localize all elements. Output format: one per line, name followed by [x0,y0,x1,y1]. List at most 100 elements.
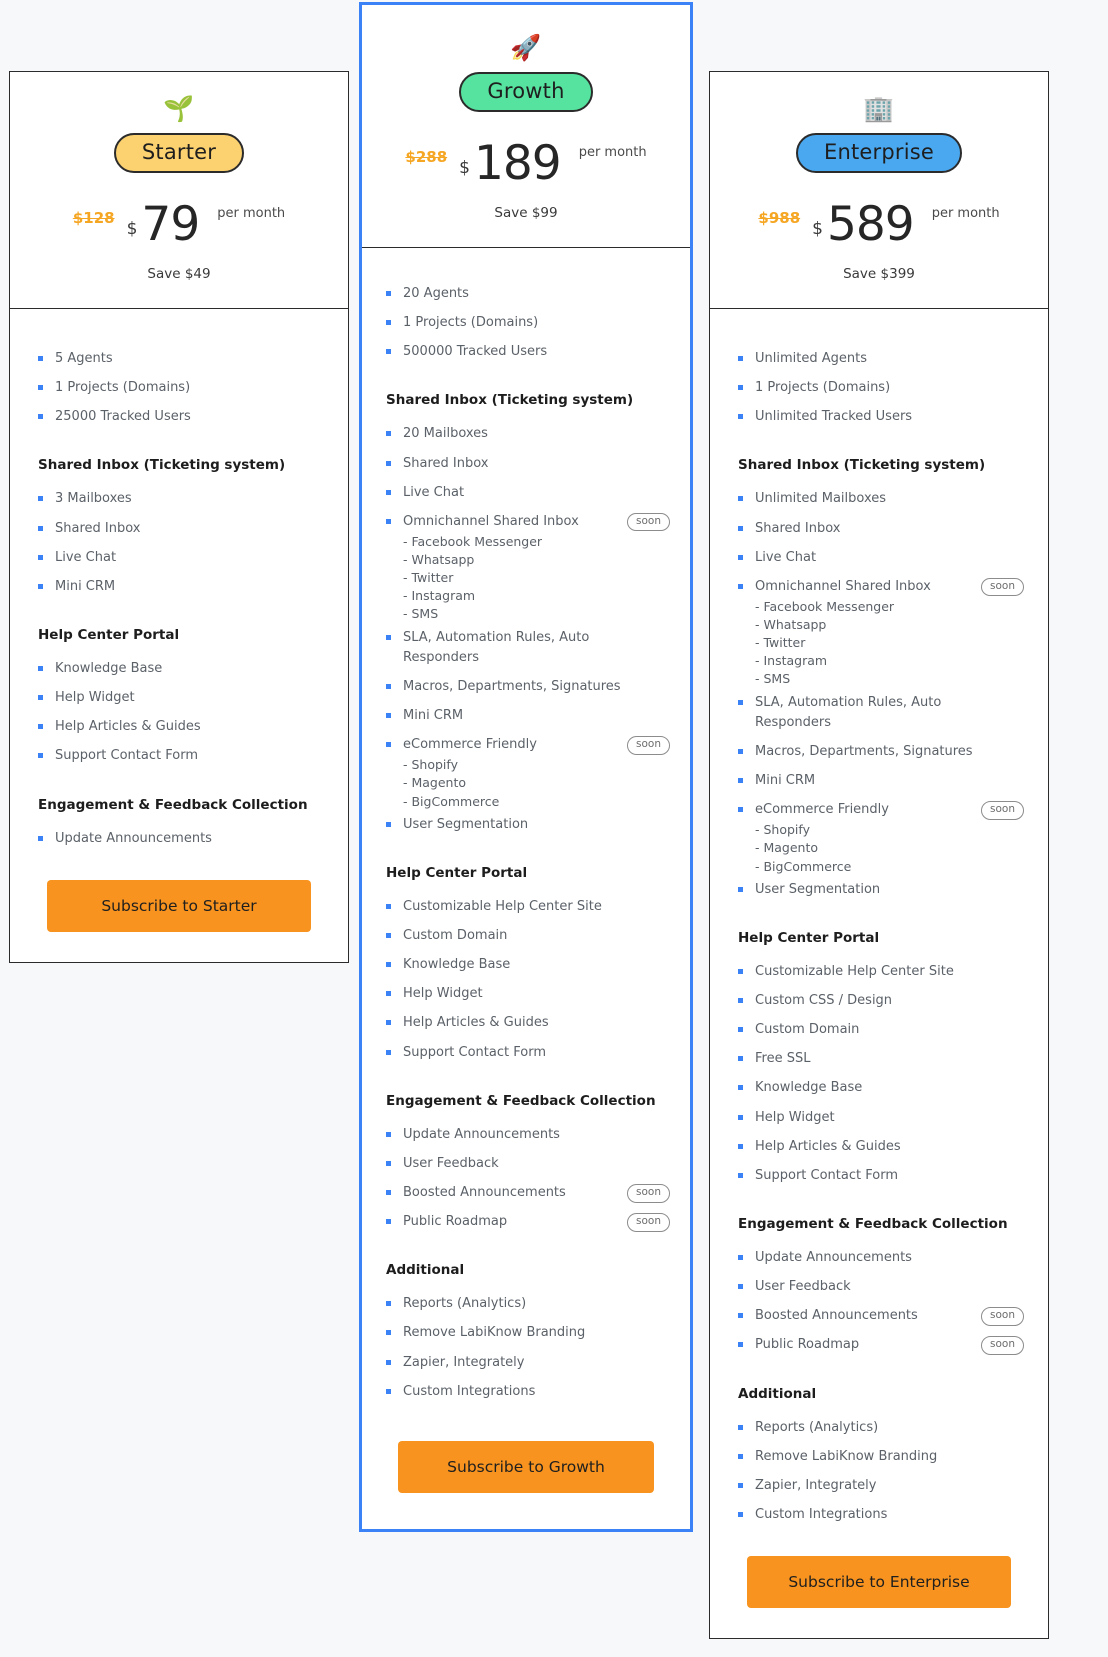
feature-item: Help Widget [38,688,320,708]
feature-item: Free SSL [738,1049,1020,1069]
feature-item: Update Announcements [738,1248,1020,1268]
feature-label: Custom Domain [755,1022,860,1038]
feature-item: Update Announcements [386,1125,666,1145]
feature-item: eCommerce FriendlysoonShopifyMagentoBigC… [738,800,1024,876]
feature-label: User Segmentation [755,881,881,897]
savings-text-growth: Save $99 [494,205,558,221]
feature-list-enterprise: Unlimited Agents 1 Projects (Domains) Unli… [710,309,1048,1534]
feature-group-title: Shared Inbox (Ticketing system) [738,457,986,474]
plan-name-badge-starter: Starter [113,133,245,173]
feature-item: SLA, Automation Rules, Auto Responders [738,693,1020,733]
feature-sublist: Facebook MessengerWhatsappTwitterInstagr… [403,533,666,624]
subscribe-button-growth[interactable]: Subscribe to Growth [398,1440,654,1493]
feature-label: Customizable Help Center Site [403,898,602,914]
feature-subitem: Shopify [403,756,666,774]
feature-group-title: Help Center Portal [738,929,880,946]
subscribe-button-enterprise[interactable]: Subscribe to Enterprise [747,1556,1011,1609]
plan-name-badge-enterprise: Enterprise [795,133,963,173]
feature-items: Update Announcements User Feedback Boosted… [386,1125,670,1233]
feature-items: Update Announcements [38,829,320,849]
feature-group: Help Center Portal Knowledge Base Help Wid… [38,627,320,767]
feature-item: Macros, Departments, Signatures [738,742,1020,762]
feature-label: Knowledge Base [755,1080,863,1096]
feature-item: 500000 Tracked Users [386,342,666,362]
feature-subitem: Facebook Messenger [755,598,1020,616]
feature-subitem: Whatsapp [755,616,1020,634]
feature-subitem: SMS [403,605,666,623]
feature-label: User Feedback [755,1279,851,1295]
feature-subitem: Facebook Messenger [403,533,666,551]
price-row-growth: $288 $189 per month [380,140,672,187]
feature-label: Live Chat [755,549,817,565]
feature-label: Mini CRM [755,773,816,789]
feature-item: Knowledge Base [386,955,666,975]
feature-item: Help Articles & Guides [738,1137,1020,1157]
feature-item: Help Articles & Guides [38,717,320,737]
feature-label: Live Chat [403,484,465,500]
office-building-icon: 🏢 [863,94,895,123]
feature-item: 1 Projects (Domains) [386,313,666,333]
feature-group: Shared Inbox (Ticketing system) 3 Mailbox… [38,457,320,597]
feature-item: Shared Inbox [386,454,666,474]
soon-badge: soon [981,801,1024,820]
price-amount-growth: 189 [473,136,562,191]
feature-item: Reports (Analytics) [386,1294,666,1314]
feature-subitem: Instagram [403,587,666,605]
feature-group-title: Shared Inbox (Ticketing system) [386,392,634,409]
feature-label: Macros, Departments, Signatures [403,678,621,694]
price-row-enterprise: $988 $589 per month [728,201,1030,248]
currency-symbol: $ [126,219,138,239]
currency-symbol: $ [812,219,823,239]
seedling-icon: 🌱 [163,94,195,123]
cta-container-starter: Subscribe to Starter [10,858,348,962]
feature-items: 5 Agents 1 Projects (Domains) 25000 Tracke… [38,349,320,427]
feature-sublist: ShopifyMagentoBigCommerce [403,756,666,810]
feature-label: Knowledge Base [55,660,163,676]
feature-items: Customizable Help Center Site Custom Doma… [386,897,666,1063]
feature-label: Custom Integrations [403,1383,536,1399]
feature-item: Mini CRM [38,577,320,597]
cta-container-enterprise: Subscribe to Enterprise [710,1534,1048,1638]
feature-label: Support Contact Form [55,748,198,764]
card-header-enterprise: 🏢 Enterprise $988 $589 per month Save $399 [710,72,1048,309]
feature-item: Knowledge Base [38,659,320,679]
feature-item: Reports (Analytics) [738,1418,1020,1438]
savings-text-enterprise: Save $399 [843,266,915,282]
feature-item: Support Contact Form [38,746,320,766]
soon-badge: soon [627,512,670,532]
feature-list-starter: 5 Agents 1 Projects (Domains) 25000 Tracke… [10,309,348,858]
cta-container-growth: Subscribe to Growth [362,1411,690,1529]
feature-group: Engagement & Feedback Collection Update A… [38,797,320,849]
feature-group: Unlimited Agents 1 Projects (Domains) Unli… [738,349,1020,427]
soon-badge: soon [627,1213,670,1232]
feature-group-title: Engagement & Feedback Collection [738,1215,1008,1232]
feature-item: User Feedback [386,1154,666,1174]
feature-subitem: Shopify [755,821,1020,839]
soon-badge: soon [981,1336,1024,1356]
feature-item: Support Contact Form [738,1166,1020,1186]
feature-item: Help Widget [386,984,666,1004]
feature-label: 25000 Tracked Users [55,409,191,425]
feature-group: Shared Inbox (Ticketing system) Unlimited… [738,457,1024,899]
feature-group: Engagement & Feedback Collection Update A… [386,1093,670,1233]
feature-items: 3 Mailboxes Shared Inbox Live Chat Mini CRM [38,489,320,597]
feature-group: Additional Reports (Analytics) Remove Labi… [738,1386,1020,1526]
feature-item: Help Articles & Guides [386,1013,666,1033]
feature-item: Customizable Help Center Site [738,962,1020,982]
feature-label: Reports (Analytics) [403,1296,527,1312]
feature-label: Update Announcements [55,830,212,846]
feature-subitem: BigCommerce [403,793,666,811]
subscribe-button-starter[interactable]: Subscribe to Starter [47,879,311,932]
feature-subitem: SMS [755,670,1020,688]
feature-subitem: Twitter [755,634,1020,652]
feature-item: Live Chat [386,483,666,503]
feature-items: Customizable Help Center Site Custom CSS … [738,962,1020,1186]
feature-label: 20 Agents [403,286,469,301]
feature-label: Custom Domain [403,927,508,943]
feature-group-title: Engagement & Feedback Collection [38,796,308,813]
feature-items: Update Announcements User Feedback Boosted… [738,1248,1024,1356]
feature-items: Reports (Analytics) Remove LabiKnow Brand… [386,1294,666,1402]
pricing-card-enterprise: 🏢 Enterprise $988 $589 per month Save $399 Unl… [709,71,1049,1640]
feature-group: Help Center Portal Customizable Help Cent… [738,930,1020,1186]
feature-label: SLA, Automation Rules, Auto Responders [403,629,590,665]
